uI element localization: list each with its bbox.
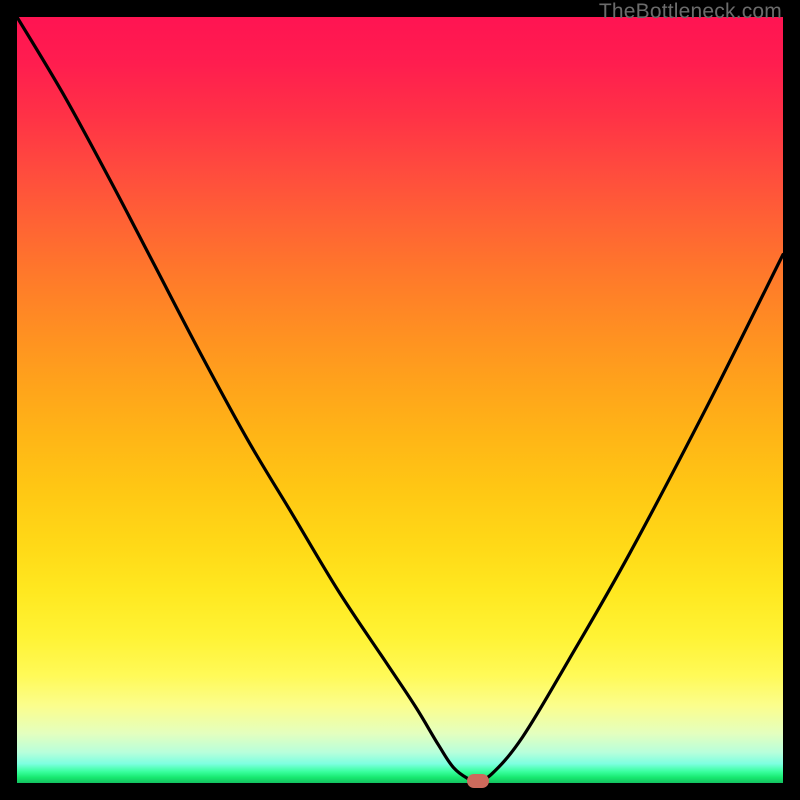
bottleneck-curve	[17, 17, 783, 783]
chart-frame: TheBottleneck.com	[0, 0, 800, 800]
watermark-text: TheBottleneck.com	[599, 0, 782, 24]
plot-area	[17, 17, 783, 783]
optimal-marker	[467, 774, 489, 788]
